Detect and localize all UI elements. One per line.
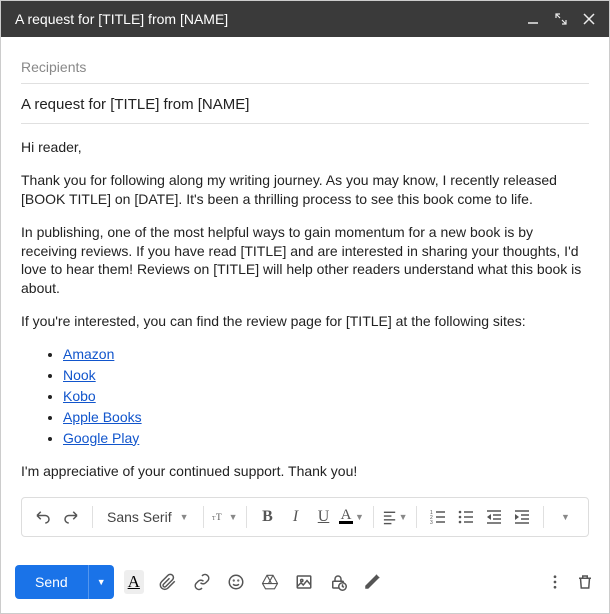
emoji-icon[interactable]	[226, 572, 246, 592]
titlebar-controls	[527, 13, 595, 25]
link-icon[interactable]	[192, 572, 212, 592]
chevron-down-icon: ▼	[561, 512, 570, 522]
bold-button[interactable]: B	[255, 504, 281, 530]
toolbar-divider	[203, 506, 204, 528]
more-formatting-button[interactable]: ▼	[552, 504, 578, 530]
chevron-down-icon: ▼	[355, 512, 364, 522]
indent-more-button[interactable]	[509, 504, 535, 530]
attach-icon[interactable]	[158, 572, 178, 592]
format-toolbar: Sans Serif ▼ TT ▼ B I U A ▼ ▼	[21, 497, 589, 537]
chevron-down-icon: ▼	[180, 512, 189, 522]
svg-text:3: 3	[430, 520, 433, 525]
google-play-link[interactable]: Google Play	[63, 430, 139, 446]
more-options-icon[interactable]	[545, 572, 565, 592]
compose-content: Recipients A request for [TITLE] from [N…	[1, 37, 609, 555]
paragraph-2: In publishing, one of the most helpful w…	[21, 223, 589, 299]
redo-button[interactable]	[58, 504, 84, 530]
body-editor[interactable]: Hi reader, Thank you for following along…	[21, 124, 589, 489]
image-icon[interactable]	[294, 572, 314, 592]
pen-icon[interactable]	[362, 572, 382, 592]
toolbar-divider	[416, 506, 417, 528]
text-color-button[interactable]: A ▼	[339, 504, 365, 530]
font-size-button[interactable]: TT ▼	[212, 504, 238, 530]
compose-window: A request for [TITLE] from [NAME] Recipi…	[0, 0, 610, 614]
drive-icon[interactable]	[260, 572, 280, 592]
toolbar-divider	[543, 506, 544, 528]
insert-icons: A	[124, 570, 382, 594]
subject-field[interactable]: A request for [TITLE] from [NAME]	[21, 84, 589, 124]
chevron-down-icon: ▼	[229, 512, 238, 522]
list-item: Amazon	[63, 345, 589, 364]
apple-books-link[interactable]: Apple Books	[63, 409, 142, 425]
toolbar-divider	[92, 506, 93, 528]
kobo-link[interactable]: Kobo	[63, 388, 96, 404]
list-item: Apple Books	[63, 408, 589, 427]
greeting-text: Hi reader,	[21, 138, 589, 157]
list-item: Kobo	[63, 387, 589, 406]
trash-icon[interactable]	[575, 572, 595, 592]
amazon-link[interactable]: Amazon	[63, 346, 114, 362]
bottom-bar: Send ▼ A	[1, 555, 609, 613]
svg-text:T: T	[212, 516, 216, 522]
list-item: Nook	[63, 366, 589, 385]
format-toggle-icon[interactable]: A	[124, 570, 144, 594]
review-links-list: Amazon Nook Kobo Apple Books Google Play	[63, 345, 589, 447]
font-picker-label: Sans Serif	[107, 509, 172, 525]
minimize-icon[interactable]	[527, 13, 539, 25]
paragraph-4: I'm appreciative of your continued suppo…	[21, 462, 589, 481]
send-group: Send ▼	[15, 565, 114, 599]
numbered-list-button[interactable]: 123	[425, 504, 451, 530]
send-button[interactable]: Send	[15, 565, 88, 599]
fullscreen-icon[interactable]	[555, 13, 567, 25]
bullet-list-button[interactable]	[453, 504, 479, 530]
send-options-button[interactable]: ▼	[88, 565, 114, 599]
confidential-icon[interactable]	[328, 572, 348, 592]
italic-button[interactable]: I	[283, 504, 309, 530]
nook-link[interactable]: Nook	[63, 367, 96, 383]
indent-less-button[interactable]	[481, 504, 507, 530]
list-item: Google Play	[63, 429, 589, 448]
toolbar-divider	[246, 506, 247, 528]
recipients-field[interactable]: Recipients	[21, 51, 589, 84]
toolbar-divider	[373, 506, 374, 528]
paragraph-3: If you're interested, you can find the r…	[21, 312, 589, 331]
paragraph-1: Thank you for following along my writing…	[21, 171, 589, 209]
chevron-down-icon: ▼	[399, 512, 408, 522]
window-title: A request for [TITLE] from [NAME]	[15, 11, 527, 27]
titlebar: A request for [TITLE] from [NAME]	[1, 1, 609, 37]
underline-button[interactable]: U	[311, 504, 337, 530]
align-button[interactable]: ▼	[382, 504, 408, 530]
close-icon[interactable]	[583, 13, 595, 25]
undo-button[interactable]	[30, 504, 56, 530]
svg-text:T: T	[216, 513, 222, 523]
font-picker[interactable]: Sans Serif ▼	[101, 509, 195, 525]
